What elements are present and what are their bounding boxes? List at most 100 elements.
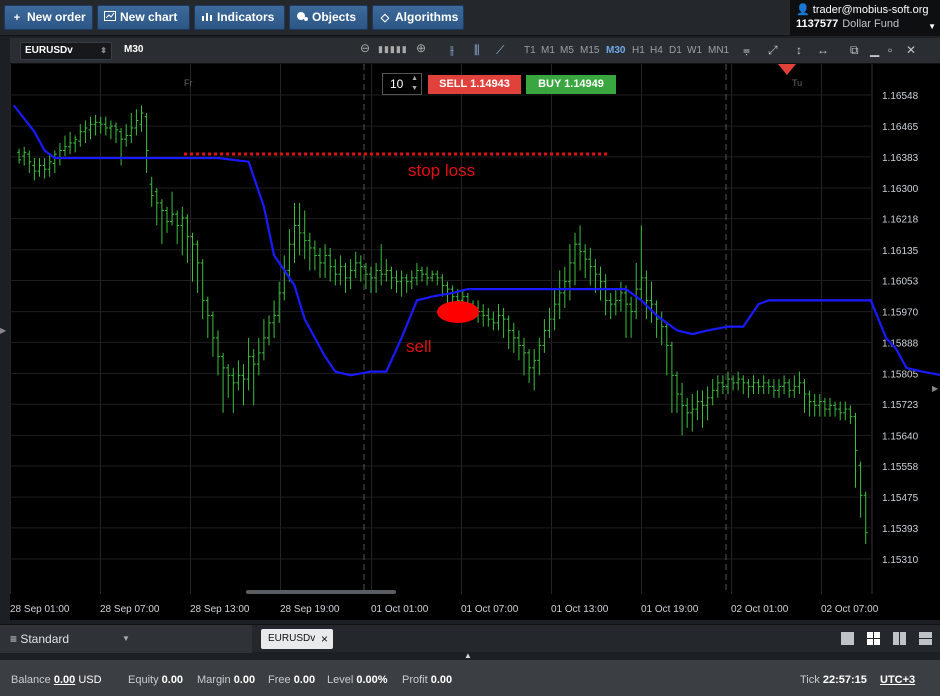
time-tick-label: 28 Sep 01:00 [10,604,70,615]
price-tick-label: 1.15475 [882,493,919,504]
trendline-icon[interactable]: ⤢ [768,43,778,58]
timeframe-d1[interactable]: D1 [669,45,682,56]
fibonacci-icon[interactable]: ⩦ [743,43,750,58]
collapse-panel-icon[interactable]: ▲ [464,651,472,660]
sell-marker [437,301,479,323]
timeframe-m15[interactable]: M15 [580,45,599,56]
account-fund: Dollar Fund [842,18,900,30]
vertical-line-icon[interactable]: ↕ [796,43,802,57]
maximize-icon[interactable]: ▫ [888,43,892,57]
time-tick-label: 01 Oct 13:00 [551,604,609,615]
layout-grid-icon[interactable] [867,632,880,645]
level-stat: Level 0.00% [327,674,388,686]
time-tick-label: 28 Sep 13:00 [190,604,250,615]
workspace-bar: ≡ Standard ▼ EURUSDv × [0,624,940,653]
chart-tab[interactable]: EURUSDv × [261,629,333,649]
timeframe-h1[interactable]: H1 [632,45,645,56]
bar-chart-icon [201,7,213,30]
chevron-down-icon: ▼ [122,634,130,643]
time-tick-label: 02 Oct 01:00 [731,604,789,615]
user-icon: 👤 [796,4,810,16]
price-tick-label: 1.15558 [882,462,919,473]
indicators-button[interactable]: Indicators [194,5,285,30]
right-panel-handle[interactable]: ▶ [932,384,940,404]
price-tick-label: 1.16053 [882,277,919,288]
profit-stat: Profit 0.00 [402,674,453,686]
algorithms-label: Algorithms [395,10,459,24]
price-tick-label: 1.16383 [882,153,919,164]
new-order-label: New order [27,10,86,24]
price-tick-label: 1.16548 [882,91,919,102]
balance-stat: Balance 0.00 USD [11,674,102,686]
time-tick-label: 01 Oct 01:00 [371,604,429,615]
price-tick-label: 1.16218 [882,215,919,226]
objects-label: Objects [312,10,357,24]
menu-icon: ≡ [10,632,21,646]
zoom-out-icon[interactable]: ⊖ [360,41,370,55]
main-toolbar: + New order New chart Indicators Objects … [0,0,940,36]
stepper-arrows-icon[interactable]: ▲ ▼ [411,74,418,94]
workspace-select[interactable]: ≡ Standard ▼ [0,625,252,653]
layout-columns-icon[interactable] [893,632,906,645]
chart-scrollbar [246,590,396,594]
popout-icon[interactable]: ⧉ [850,43,859,58]
account-panel[interactable]: 👤 trader@mobius-soft.org 1137577 Dollar F… [790,0,940,36]
trading-terminal-window: + New order New chart Indicators Objects … [0,0,940,696]
chart-icon [104,7,116,30]
new-chart-label: New chart [120,10,178,24]
current-timeframe: M30 [124,44,144,55]
layout-rows-icon[interactable] [919,632,932,645]
left-panel-handle[interactable]: ▶ [0,326,6,335]
time-tick-label: 01 Oct 07:00 [461,604,519,615]
time-tick-label: 28 Sep 07:00 [100,604,160,615]
timeframe-t1[interactable]: T1 [524,45,536,56]
price-tick-label: 1.15723 [882,400,919,411]
price-tick-label: 1.15970 [882,308,919,319]
timeframe-mn1[interactable]: MN1 [708,45,729,56]
chevron-updown-icon: ⬍ [100,46,107,55]
close-icon[interactable]: ✕ [906,43,916,57]
timeframe-m30[interactable]: M30 [606,45,625,56]
objects-button[interactable]: Objects [289,5,368,30]
quantity-stepper[interactable]: 10 ▲ ▼ [382,73,422,95]
price-tick-label: 1.15310 [882,555,919,566]
timeframe-m5[interactable]: M5 [560,45,574,56]
timeframe-m1[interactable]: M1 [541,45,555,56]
new-chart-button[interactable]: New chart [97,5,190,30]
price-tick-label: 1.16465 [882,122,919,133]
symbol-select[interactable]: EURUSDv ⬍ [20,42,112,60]
horizontal-line-icon[interactable]: ↔ [817,43,829,57]
price-tick-label: 1.16135 [882,246,919,257]
time-tick-label: 28 Sep 19:00 [280,604,340,615]
close-tab-icon[interactable]: × [321,629,328,649]
account-user: 👤 trader@mobius-soft.org [796,4,929,16]
price-tick-label: 1.15805 [882,369,919,380]
minimize-icon[interactable]: ▁ [870,43,879,57]
timezone-select[interactable]: UTC+3 [880,674,915,686]
timeframe-h4[interactable]: H4 [650,45,663,56]
zoom-control[interactable]: ⊖ ▮▮▮▮▮ ⊕ [360,41,432,60]
price-chart[interactable]: 1.16548 1.16465 1.16383 1.16300 1.16218 1.161… [10,64,940,620]
layout-single-icon[interactable] [841,632,854,645]
crosshair-icon[interactable]: ⫲ [450,43,454,58]
diamond-icon: ◇ [380,12,390,24]
new-order-button[interactable]: + New order [4,5,93,30]
line-chart-icon[interactable]: ⟋ [496,43,504,58]
tick-time: Tick 22:57:15 [800,674,867,686]
session-label: Fr [184,78,193,88]
chart-header: EURUSDv ⬍ M30 ⊖ ▮▮▮▮▮ ⊕ ⫲ ⫼ ⟋ T1 M1 M5 M… [10,38,940,64]
buy-button[interactable]: BUY 1.14949 [526,75,616,94]
chevron-down-icon[interactable]: ▼ [928,22,936,31]
margin-stat: Margin 0.00 [197,674,256,686]
account-status-bar: Balance 0.00 USD Equity 0.00 Margin 0.00… [0,660,940,696]
chart-canvas[interactable]: 1.16548 1.16465 1.16383 1.16300 1.16218 1.161… [10,64,940,620]
indicator-line [13,104,940,377]
zoom-slider[interactable]: ▮▮▮▮▮ [378,44,408,55]
timeframe-w1[interactable]: W1 [687,45,702,56]
algorithms-button[interactable]: ◇ Algorithms [372,5,464,30]
sell-button[interactable]: SELL 1.14943 [428,75,521,94]
candlestick-icon[interactable]: ⫼ [474,43,480,58]
zoom-in-icon[interactable]: ⊕ [416,41,426,55]
price-tick-label: 1.15393 [882,524,919,535]
free-stat: Free 0.00 [268,674,316,686]
